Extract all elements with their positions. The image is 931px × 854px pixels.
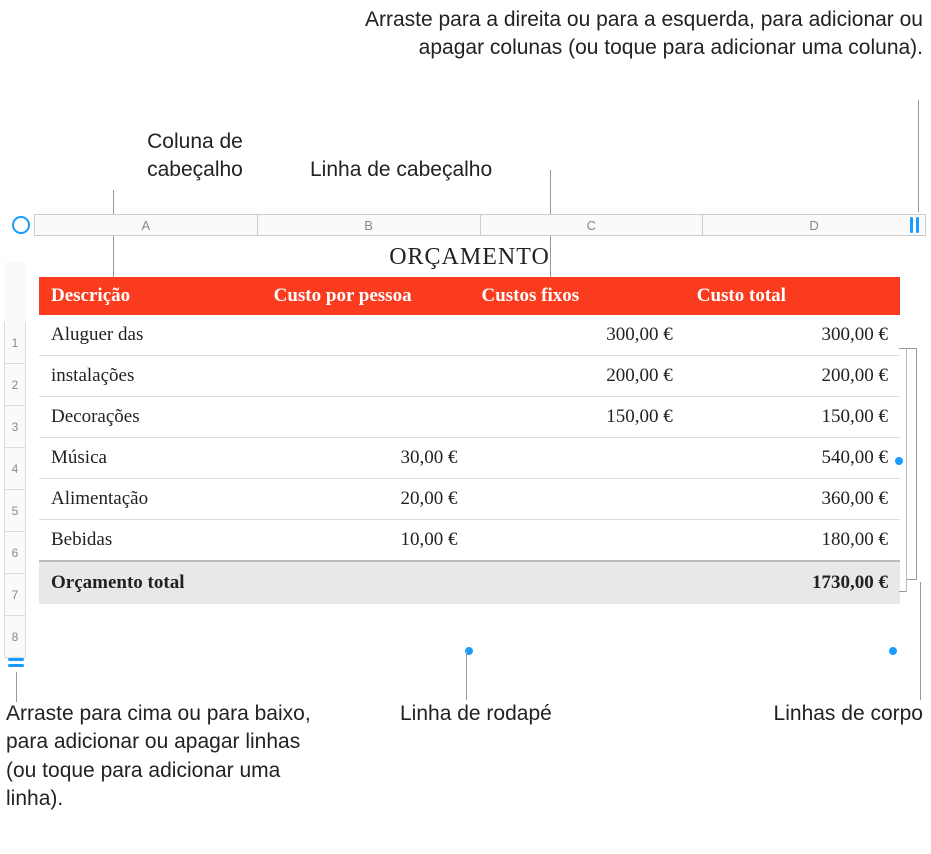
table-select-handle-icon[interactable] (12, 216, 30, 234)
budget-table-wrap: ORÇAMENTO Descrição Custo por pessoa Cus… (39, 244, 900, 604)
th-fixed[interactable]: Custos fixos (469, 277, 684, 315)
cell-fixed[interactable] (469, 520, 684, 562)
cell-fixed[interactable]: 150,00 € (469, 397, 684, 438)
table-body: Aluguer das 300,00 € 300,00 € instalaçõe… (39, 315, 900, 561)
cell-desc[interactable]: instalações (39, 356, 246, 397)
col-header-c[interactable]: C (481, 214, 704, 236)
header-row[interactable]: Descrição Custo por pessoa Custos fixos … (39, 277, 900, 315)
cell-per-person[interactable]: 20,00 € (246, 479, 470, 520)
bracket-body-rows-inner (899, 348, 907, 592)
column-ruler[interactable]: A B C D (34, 214, 926, 236)
selection-handle-icon[interactable] (888, 646, 898, 656)
th-total[interactable]: Custo total (685, 277, 900, 315)
bracket-body-rows (907, 348, 917, 580)
cell-total[interactable]: 300,00 € (685, 315, 900, 356)
row-header-1[interactable]: 1 (4, 322, 26, 364)
cell-total[interactable]: 200,00 € (685, 356, 900, 397)
row-header-2[interactable]: 2 (4, 364, 26, 406)
cell-desc[interactable]: Música (39, 438, 246, 479)
table-row[interactable]: Aluguer das 300,00 € 300,00 € (39, 315, 900, 356)
row-header-5[interactable]: 5 (4, 490, 26, 532)
callout-header-row: Linha de cabeçalho (310, 156, 570, 184)
cell-fixed[interactable]: 300,00 € (469, 315, 684, 356)
callout-add-columns: Arraste para a direita ou para a esquerd… (363, 6, 923, 63)
cell-per-person[interactable]: 30,00 € (246, 438, 470, 479)
callout-body-rows: Linhas de corpo (763, 700, 923, 728)
budget-table[interactable]: Descrição Custo por pessoa Custos fixos … (39, 277, 900, 604)
add-column-handle-icon[interactable] (910, 217, 920, 233)
table-row[interactable]: instalações 200,00 € 200,00 € (39, 356, 900, 397)
table-row[interactable]: Música 30,00 € 540,00 € (39, 438, 900, 479)
cell-per-person[interactable] (246, 356, 470, 397)
cell-total[interactable]: 360,00 € (685, 479, 900, 520)
col-header-a[interactable]: A (34, 214, 258, 236)
cell-desc[interactable]: Bebidas (39, 520, 246, 562)
row-header-6[interactable]: 6 (4, 532, 26, 574)
cell-desc[interactable]: Alimentação (39, 479, 246, 520)
cell-total[interactable]: 540,00 € (685, 438, 900, 479)
col-header-b[interactable]: B (258, 214, 481, 236)
leader-line (16, 672, 17, 702)
footer-row[interactable]: Orçamento total 1730,00 € (39, 561, 900, 604)
th-description[interactable]: Descrição (39, 277, 246, 315)
cell-fixed[interactable] (469, 438, 684, 479)
cell-fixed[interactable] (469, 479, 684, 520)
table-title: ORÇAMENTO (39, 244, 900, 271)
table-row[interactable]: Decorações 150,00 € 150,00 € (39, 397, 900, 438)
cell-per-person[interactable] (246, 315, 470, 356)
spreadsheet-area: A B C D 1 2 3 4 5 6 7 8 ORÇAMENTO Descri… (4, 214, 926, 668)
add-row-handle-icon[interactable] (8, 658, 24, 668)
row-ruler[interactable]: 1 2 3 4 5 6 7 8 (4, 262, 26, 658)
col-header-d[interactable]: D (703, 214, 926, 236)
row-header-3[interactable]: 3 (4, 406, 26, 448)
cell-per-person[interactable]: 10,00 € (246, 520, 470, 562)
row-header-4[interactable]: 4 (4, 448, 26, 490)
footer-label[interactable]: Orçamento total (39, 561, 685, 604)
table-row[interactable]: Alimentação 20,00 € 360,00 € (39, 479, 900, 520)
callout-footer-row: Linha de rodapé (400, 700, 620, 728)
row-header-8[interactable]: 8 (4, 616, 26, 658)
cell-total[interactable]: 150,00 € (685, 397, 900, 438)
leader-line (920, 582, 921, 700)
cell-per-person[interactable] (246, 397, 470, 438)
callout-add-rows: Arraste para cima ou para baixo, para ad… (6, 700, 326, 813)
cell-desc[interactable]: Aluguer das (39, 315, 246, 356)
cell-desc[interactable]: Decorações (39, 397, 246, 438)
leader-line (918, 100, 919, 212)
leader-line (466, 650, 467, 700)
cell-fixed[interactable]: 200,00 € (469, 356, 684, 397)
row-header-7[interactable]: 7 (4, 574, 26, 616)
cell-total[interactable]: 180,00 € (685, 520, 900, 562)
footer-total[interactable]: 1730,00 € (685, 561, 900, 604)
callout-header-column: Coluna de cabeçalho (115, 128, 275, 185)
table-row[interactable]: Bebidas 10,00 € 180,00 € (39, 520, 900, 562)
th-per-person[interactable]: Custo por pessoa (246, 277, 470, 315)
